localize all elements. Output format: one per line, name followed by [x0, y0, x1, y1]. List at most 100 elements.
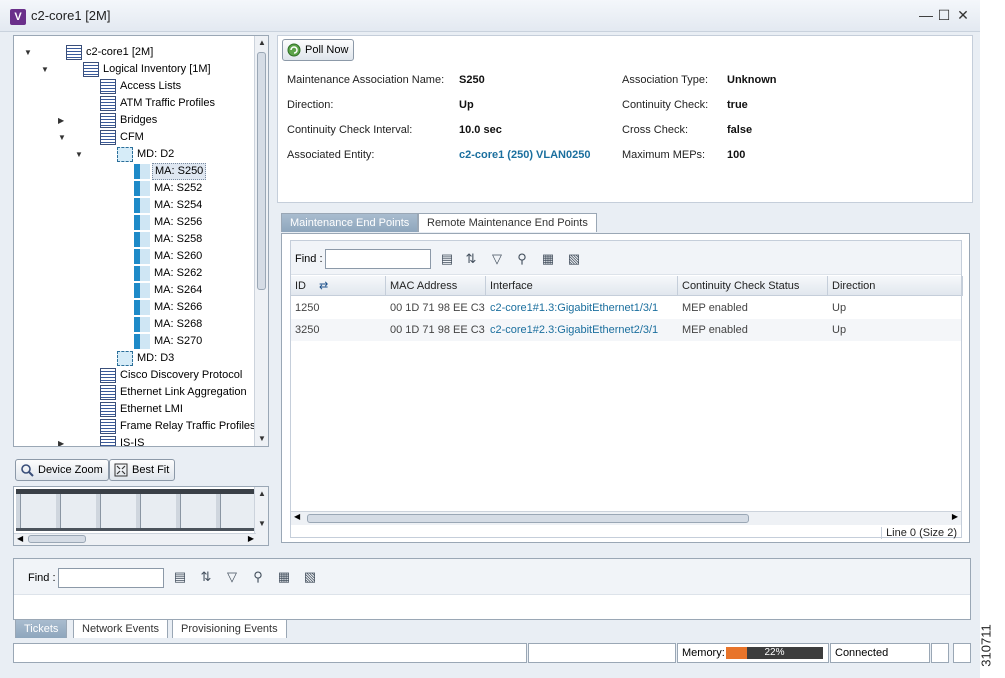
scroll-down-icon[interactable]: ▼ — [257, 519, 267, 528]
advanced-filter-icon[interactable]: ⚲ — [514, 251, 530, 267]
tree-node[interactable]: MA: S258 — [14, 231, 254, 248]
tree-node[interactable]: ▼ c2-core1 [2M] — [14, 44, 254, 61]
associated-entity-link[interactable]: c2-core1 (250) VLAN0250 — [459, 149, 590, 161]
scroll-left-icon[interactable]: ◀ — [294, 512, 300, 521]
interface-link[interactable]: c2-core1#1.3:GigabitEthernet1/3/1 — [486, 297, 678, 319]
clear-filter-icon[interactable]: ▧ — [566, 251, 582, 267]
mep-find-toolbar: Find : ▤ ⇅ ▽ ⚲ ▦ ▧ — [291, 241, 961, 275]
column-header[interactable]: MAC Address — [386, 276, 486, 296]
scroll-right-icon[interactable]: ▶ — [248, 534, 254, 543]
tree-node[interactable]: MD: D3 — [14, 350, 254, 367]
expand-toggle-icon[interactable]: ▶ — [58, 439, 67, 446]
memory-percent: 22% — [764, 647, 785, 658]
table-row[interactable]: 3250 00 1D 71 98 EE C3 c2-core1#2.3:Gigabi… — [291, 319, 961, 341]
column-header[interactable]: Continuity Check Status — [678, 276, 828, 296]
tree-node-label: Access Lists — [120, 80, 182, 92]
column-header[interactable]: Interface — [486, 276, 678, 296]
tab-tickets[interactable]: Tickets — [15, 619, 68, 638]
tree-node[interactable]: MA: S252 — [14, 180, 254, 197]
mep-horizontal-scrollbar[interactable]: ◀ ▶ — [291, 511, 961, 525]
best-fit-label: Best Fit — [132, 464, 170, 476]
table-cell: MEP enabled — [682, 302, 748, 314]
scroll-up-icon[interactable]: ▲ — [257, 38, 267, 47]
tickets-find-input[interactable] — [58, 568, 164, 588]
tab-network-events[interactable]: Network Events — [73, 619, 169, 638]
tree-vertical-scrollbar[interactable]: ▲ ▼ — [254, 36, 268, 446]
scroll-up-icon[interactable]: ▲ — [257, 489, 267, 498]
tree-node[interactable]: MA: S254 — [14, 197, 254, 214]
scroll-down-icon[interactable]: ▼ — [257, 434, 267, 443]
tree-node[interactable]: Cisco Discovery Protocol — [14, 367, 254, 384]
tickets-panel: Find : ▤ ⇅ ▽ ⚲ ▦ ▧ — [13, 558, 971, 620]
tree-node[interactable]: MA: S250 — [14, 163, 254, 180]
tree-node[interactable]: MA: S268 — [14, 316, 254, 333]
tree-node[interactable]: Frame Relay Traffic Profiles — [14, 418, 256, 435]
sort-az-icon[interactable]: ⇅ — [198, 569, 214, 585]
maximize-icon[interactable]: ☐ — [936, 7, 952, 23]
tree-scroll-thumb[interactable] — [257, 52, 266, 290]
filter-icon[interactable]: ▽ — [489, 251, 505, 267]
tab-remote-maintenance-end-points[interactable]: Remote Maintenance End Points — [418, 213, 597, 232]
interface-link[interactable]: c2-core1#2.3:GigabitEthernet2/3/1 — [486, 319, 678, 341]
tree-node[interactable]: ATM Traffic Profiles — [14, 95, 254, 112]
device-image-view: ▲ ▼ ◀ ▶ — [13, 486, 269, 546]
save-icon[interactable]: ▤ — [439, 251, 455, 267]
expand-toggle-icon[interactable]: ▼ — [58, 133, 67, 142]
filter-icon[interactable]: ▽ — [224, 569, 240, 585]
expand-toggle-icon[interactable]: ▼ — [75, 150, 84, 159]
save-icon[interactable]: ▤ — [172, 569, 188, 585]
device-hscroll-thumb[interactable] — [28, 535, 86, 543]
poll-now-button[interactable]: Poll Now — [282, 39, 355, 61]
device-horizontal-scrollbar[interactable]: ◀ ▶ — [14, 533, 256, 545]
clear-filter-icon[interactable]: ▧ — [302, 569, 318, 585]
tree-node[interactable]: MA: S270 — [14, 333, 254, 350]
mep-hscroll-thumb[interactable] — [307, 514, 749, 523]
export-icon[interactable]: ▦ — [276, 569, 292, 585]
status-message-area — [13, 643, 527, 663]
column-header[interactable]: Direction — [828, 276, 963, 296]
minimize-icon[interactable]: — — [918, 7, 934, 23]
md-icon — [117, 351, 133, 366]
tree-node[interactable]: MA: S262 — [14, 265, 254, 282]
memory-label: Memory: — [682, 647, 725, 659]
tree-node[interactable]: ▼ Logical Inventory [1M] — [14, 61, 254, 78]
ma-icon — [134, 181, 150, 196]
table-row[interactable]: 1250 00 1D 71 98 EE C3 c2-core1#1.3:Gigabi… — [291, 297, 961, 319]
column-header[interactable]: ID ⇄ — [291, 276, 386, 296]
device-zoom-button[interactable]: Device Zoom — [15, 459, 109, 481]
tree-node[interactable]: MA: S264 — [14, 282, 254, 299]
tree-node[interactable]: ▼ MD: D2 — [14, 146, 254, 163]
expand-toggle-icon[interactable]: ▼ — [41, 65, 50, 74]
tree-node-label: MA: S252 — [154, 182, 203, 194]
sort-indicator-icon[interactable]: ⇄ — [316, 280, 328, 292]
tree-node[interactable]: ▶ Bridges — [14, 112, 254, 129]
device-vertical-scrollbar[interactable]: ▲ ▼ — [254, 487, 268, 545]
tree-node[interactable]: ▶ IS-IS — [14, 435, 254, 446]
tab-maintenance-end-points[interactable]: Maintenance End Points — [281, 213, 419, 232]
tree-node[interactable]: Access Lists — [14, 78, 254, 95]
tree-node[interactable]: MA: S266 — [14, 299, 254, 316]
scroll-right-icon[interactable]: ▶ — [952, 512, 958, 521]
tree-node[interactable]: Ethernet LMI — [14, 401, 254, 418]
close-icon[interactable]: ✕ — [955, 7, 971, 23]
tree-node-label: MA: S270 — [154, 335, 203, 347]
sort-az-icon[interactable]: ⇅ — [463, 251, 479, 267]
status-extra-1 — [931, 643, 949, 663]
expand-toggle-icon[interactable]: ▼ — [24, 48, 33, 57]
advanced-filter-icon[interactable]: ⚲ — [250, 569, 266, 585]
device-icon — [66, 45, 82, 60]
tree-node[interactable]: MA: S260 — [14, 248, 254, 265]
table-icon — [100, 385, 116, 400]
properties-panel: Poll Now Maintenance Association Name: S2… — [277, 35, 973, 203]
tree-node[interactable]: ▼ CFM — [14, 129, 254, 146]
scroll-left-icon[interactable]: ◀ — [17, 534, 23, 543]
property-value: true — [727, 99, 748, 111]
best-fit-button[interactable]: Best Fit — [109, 459, 176, 481]
export-icon[interactable]: ▦ — [540, 251, 556, 267]
mep-find-input[interactable] — [325, 249, 431, 269]
tree-node[interactable]: MA: S256 — [14, 214, 254, 231]
tree-node[interactable]: Ethernet Link Aggregation — [14, 384, 254, 401]
mep-table-panel: Find : ▤ ⇅ ▽ ⚲ ▦ ▧ ID ⇄ MAC Address Interf… — [281, 233, 970, 543]
expand-toggle-icon[interactable]: ▶ — [58, 116, 67, 125]
tab-provisioning-events[interactable]: Provisioning Events — [172, 619, 287, 638]
